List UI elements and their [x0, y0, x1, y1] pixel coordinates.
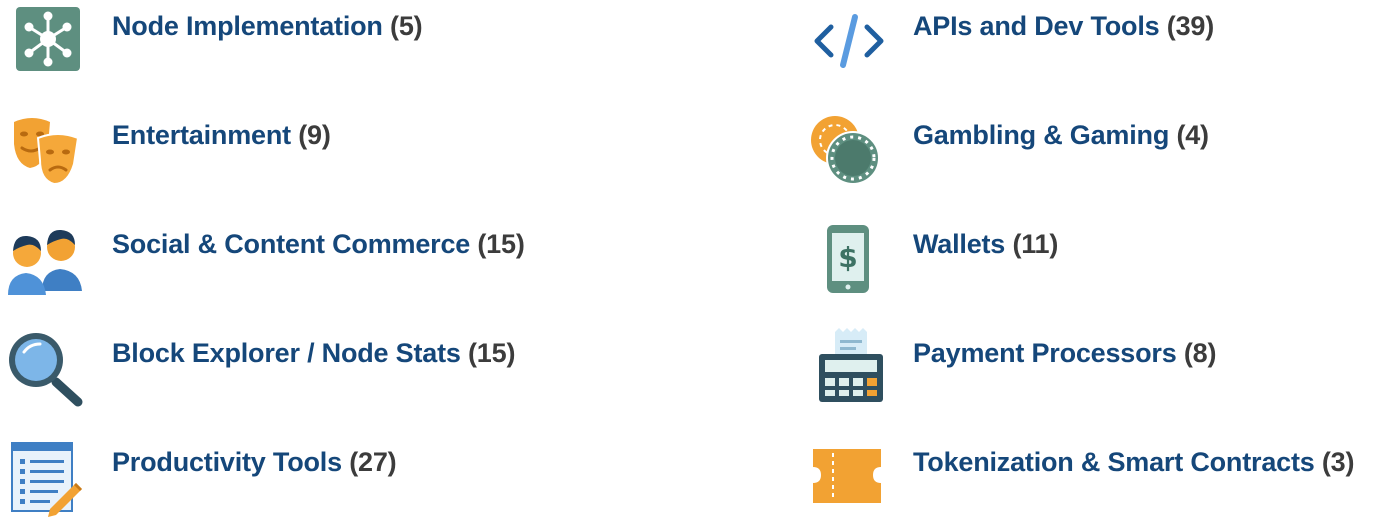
category-label: Gambling & Gaming: [913, 120, 1170, 150]
category-count: (8): [1183, 338, 1217, 368]
category-productivity-tools[interactable]: Productivity Tools (27): [4, 437, 644, 517]
category-entertainment[interactable]: Entertainment (9): [4, 110, 644, 190]
category-count: (3): [1321, 447, 1355, 477]
svg-text:$: $: [838, 241, 857, 274]
category-count: (27): [349, 447, 397, 477]
category-label: Social & Content Commerce: [112, 229, 471, 259]
category-label: Entertainment: [112, 120, 291, 150]
category-block-explorer[interactable]: Block Explorer / Node Stats (15): [4, 328, 644, 408]
checklist-pencil-icon: [4, 437, 84, 517]
category-count: (15): [477, 229, 525, 259]
category-count: (9): [298, 120, 331, 150]
code-brackets-icon: [805, 1, 885, 81]
category-count: (15): [468, 338, 516, 368]
category-grid: Node Implementation (5) APIs and Dev Too…: [0, 0, 1400, 532]
category-count: (39): [1166, 11, 1214, 41]
theater-masks-icon: [4, 110, 84, 190]
category-label: Node Implementation: [112, 11, 383, 41]
category-count: (5): [390, 11, 423, 41]
category-label: APIs and Dev Tools: [913, 11, 1160, 41]
category-label: Block Explorer / Node Stats: [112, 338, 461, 368]
category-node-implementation[interactable]: Node Implementation (5): [4, 1, 644, 81]
ticket-icon: [805, 437, 885, 517]
category-tokenization-smart-contracts[interactable]: Tokenization & Smart Contracts (3): [805, 437, 1400, 517]
category-label: Tokenization & Smart Contracts: [913, 447, 1315, 477]
network-node-icon: [4, 1, 84, 81]
category-social-content-commerce[interactable]: Social & Content Commerce (15): [4, 219, 644, 299]
category-gambling-gaming[interactable]: Gambling & Gaming (4): [805, 110, 1400, 190]
category-label: Payment Processors: [913, 338, 1177, 368]
magnifier-icon: [4, 328, 84, 408]
mobile-wallet-icon: $: [805, 219, 885, 299]
category-label: Productivity Tools: [112, 447, 342, 477]
category-apis-dev-tools[interactable]: APIs and Dev Tools (39): [805, 1, 1400, 81]
people-icon: [4, 219, 84, 299]
category-label: Wallets: [913, 229, 1006, 259]
payment-terminal-icon: [805, 328, 885, 408]
category-payment-processors[interactable]: Payment Processors (8): [805, 328, 1400, 408]
category-count: (11): [1012, 229, 1059, 259]
category-count: (4): [1176, 120, 1209, 150]
casino-chips-icon: [805, 110, 885, 190]
category-wallets[interactable]: $ Wallets (11): [805, 219, 1400, 299]
